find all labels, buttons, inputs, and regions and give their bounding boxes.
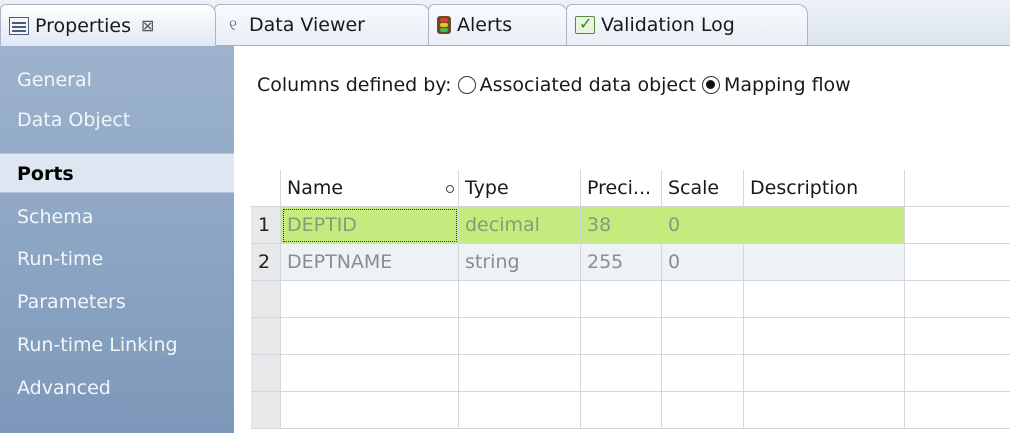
empty-cell[interactable] bbox=[581, 318, 662, 355]
sort-indicator-icon bbox=[446, 185, 454, 193]
column-header-name[interactable]: Name bbox=[281, 170, 459, 207]
tab-data-viewer-label: Data Viewer bbox=[249, 14, 365, 36]
cell-scale[interactable]: 0 bbox=[662, 244, 744, 281]
cell-description[interactable] bbox=[744, 244, 905, 281]
cell-filler bbox=[905, 281, 1010, 318]
nav-item-run-time[interactable]: Run-time bbox=[0, 239, 234, 279]
empty-cell[interactable] bbox=[744, 392, 905, 429]
cell-name[interactable]: DEPTNAME bbox=[281, 244, 459, 281]
nav-item-advanced[interactable]: Advanced bbox=[0, 368, 234, 408]
table-header-row: Name Type Preci... Scale Description bbox=[251, 170, 1010, 207]
empty-cell[interactable] bbox=[459, 281, 581, 318]
close-icon[interactable]: ⊠ bbox=[141, 16, 154, 35]
column-header-precision[interactable]: Preci... bbox=[581, 170, 662, 207]
column-header-description[interactable]: Description bbox=[744, 170, 905, 207]
nav-item-schema[interactable]: Schema bbox=[0, 197, 234, 237]
tab-validation-log-label: Validation Log bbox=[601, 14, 735, 36]
empty-cell[interactable] bbox=[581, 281, 662, 318]
empty-table-row[interactable] bbox=[251, 355, 1010, 392]
properties-icon bbox=[9, 16, 29, 35]
nav-item-parameters[interactable]: Parameters bbox=[0, 282, 234, 322]
tab-alerts-label: Alerts bbox=[457, 14, 513, 36]
column-header-name-label: Name bbox=[287, 177, 344, 199]
empty-cell[interactable] bbox=[459, 318, 581, 355]
columns-defined-by: Columns defined by: Associated data obje… bbox=[257, 74, 851, 96]
row-number[interactable]: 2 bbox=[251, 244, 281, 281]
cell-type[interactable]: decimal bbox=[459, 207, 581, 244]
column-header-type[interactable]: Type bbox=[459, 170, 581, 207]
cell-filler bbox=[905, 318, 1010, 355]
empty-table-row[interactable] bbox=[251, 392, 1010, 429]
cell-filler bbox=[905, 392, 1010, 429]
cell-name[interactable]: DEPTID bbox=[281, 207, 459, 244]
empty-cell[interactable] bbox=[281, 318, 459, 355]
empty-cell[interactable] bbox=[662, 355, 744, 392]
column-header-filler bbox=[905, 170, 1010, 207]
cell-type[interactable]: string bbox=[459, 244, 581, 281]
tab-alerts[interactable]: Alerts bbox=[428, 4, 568, 45]
cell-precision[interactable]: 38 bbox=[581, 207, 662, 244]
nav-item-data-object[interactable]: Data Object bbox=[0, 100, 234, 140]
empty-table-row[interactable] bbox=[251, 318, 1010, 355]
empty-cell[interactable] bbox=[281, 392, 459, 429]
properties-nav: General Data Object Ports Schema Run-tim… bbox=[0, 46, 234, 433]
tab-validation-log[interactable]: Validation Log bbox=[566, 4, 808, 45]
columns-defined-label: Columns defined by: bbox=[257, 74, 452, 96]
data-viewer-icon: ୧ bbox=[229, 16, 237, 34]
empty-cell[interactable] bbox=[662, 318, 744, 355]
cell-precision[interactable]: 255 bbox=[581, 244, 662, 281]
column-header-scale[interactable]: Scale bbox=[662, 170, 744, 207]
table-row[interactable]: 2 DEPTNAME string 255 0 bbox=[251, 244, 1010, 281]
row-number[interactable] bbox=[251, 392, 281, 429]
tab-data-viewer[interactable]: ୧ Data Viewer bbox=[214, 4, 430, 45]
view-tab-bar: Properties ⊠ ୧ Data Viewer Alerts Valida… bbox=[0, 0, 1010, 46]
empty-cell[interactable] bbox=[459, 392, 581, 429]
empty-cell[interactable] bbox=[281, 355, 459, 392]
empty-cell[interactable] bbox=[581, 392, 662, 429]
empty-cell[interactable] bbox=[744, 281, 905, 318]
cell-description[interactable] bbox=[744, 207, 905, 244]
cell-filler bbox=[905, 207, 1010, 244]
nav-item-ports[interactable]: Ports bbox=[0, 153, 234, 193]
cell-filler bbox=[905, 244, 1010, 281]
row-header-corner bbox=[251, 170, 281, 207]
row-number[interactable]: 1 bbox=[251, 207, 281, 244]
radio-associated-label[interactable]: Associated data object bbox=[480, 74, 696, 96]
empty-cell[interactable] bbox=[281, 281, 459, 318]
empty-cell[interactable] bbox=[662, 392, 744, 429]
radio-mapping-flow[interactable] bbox=[702, 76, 720, 94]
cell-scale[interactable]: 0 bbox=[662, 207, 744, 244]
tab-properties-label: Properties bbox=[35, 14, 132, 37]
radio-mapping-flow-label[interactable]: Mapping flow bbox=[724, 74, 851, 96]
row-number[interactable] bbox=[251, 355, 281, 392]
alerts-icon bbox=[437, 16, 451, 34]
ports-panel: Columns defined by: Associated data obje… bbox=[234, 46, 1010, 433]
nav-item-run-time-linking[interactable]: Run-time Linking bbox=[0, 325, 234, 365]
radio-associated-data-object[interactable] bbox=[457, 76, 476, 94]
empty-cell[interactable] bbox=[744, 318, 905, 355]
nav-item-general[interactable]: General bbox=[0, 60, 234, 100]
cell-filler bbox=[905, 355, 1010, 392]
empty-cell[interactable] bbox=[581, 355, 662, 392]
empty-table-row[interactable] bbox=[251, 281, 1010, 318]
table-row[interactable]: 1 DEPTID decimal 38 0 bbox=[251, 207, 1010, 244]
empty-cell[interactable] bbox=[744, 355, 905, 392]
empty-cell[interactable] bbox=[662, 281, 744, 318]
row-number[interactable] bbox=[251, 318, 281, 355]
validation-log-icon bbox=[575, 14, 595, 34]
tab-properties[interactable]: Properties ⊠ bbox=[0, 4, 216, 46]
empty-cell[interactable] bbox=[459, 355, 581, 392]
row-number[interactable] bbox=[251, 281, 281, 318]
